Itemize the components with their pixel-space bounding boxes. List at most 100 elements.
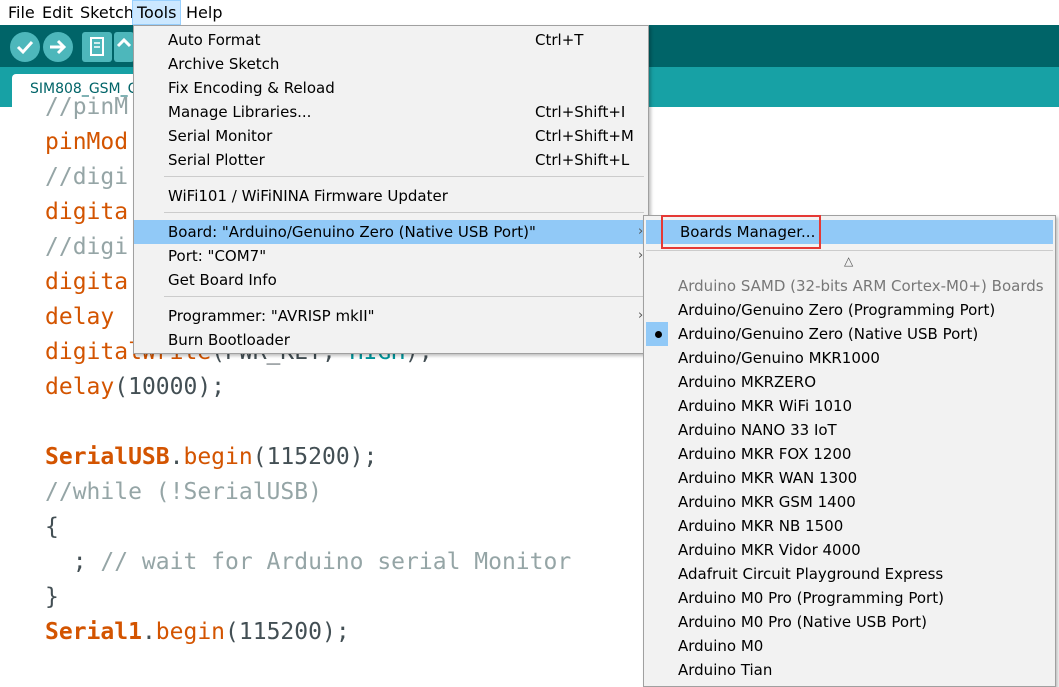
open-sketch-button[interactable] (114, 32, 134, 62)
menu-item-auto-format[interactable]: Auto Format Ctrl+T (134, 28, 648, 52)
board-item-label: Arduino MKRZERO (678, 373, 816, 391)
menu-separator (164, 176, 644, 177)
code-line: delay (45, 304, 115, 330)
menu-item-wifi-updater[interactable]: WiFi101 / WiFiNINA Firmware Updater (134, 184, 648, 208)
menu-bar: File Edit Sketch Tools Help (0, 0, 1059, 25)
boards-submenu: Boards Manager... △ Arduino SAMD (32-bit… (643, 215, 1056, 687)
board-item[interactable]: Arduino MKRZERO (644, 370, 1055, 394)
code-line: delay(10000); (45, 374, 225, 400)
code-token: SerialUSB (45, 444, 170, 470)
code-line: digita (45, 199, 129, 225)
board-item[interactable]: Arduino/Genuino Zero (Native USB Port) (644, 322, 1055, 346)
menu-tools[interactable]: Tools (132, 0, 182, 25)
board-item-label: Arduino/Genuino MKR1000 (678, 349, 880, 367)
shortcut-label: Ctrl+Shift+I (535, 103, 626, 121)
code-token: (115200); (225, 619, 350, 645)
board-item[interactable]: Arduino M0 Pro (Native USB Port) (644, 610, 1055, 634)
code-token: delay (45, 374, 115, 400)
scroll-up-icon[interactable]: △ (844, 254, 853, 268)
menu-item-label: Serial Plotter (168, 151, 265, 169)
code-token: // wait for Arduino serial Monitor (100, 549, 572, 575)
shortcut-label: Ctrl+Shift+L (535, 151, 630, 169)
menu-help[interactable]: Help (182, 0, 226, 25)
board-item[interactable]: Arduino M0 (644, 634, 1055, 658)
code-line: pinMod (45, 129, 129, 155)
upload-button[interactable] (43, 32, 73, 62)
board-item[interactable]: Arduino NANO 33 IoT (644, 418, 1055, 442)
board-item-label: Arduino MKR NB 1500 (678, 517, 844, 535)
highlight-callout (661, 215, 821, 249)
board-item[interactable]: Arduino MKR FOX 1200 (644, 442, 1055, 466)
menu-item-board[interactable]: Board: "Arduino/Genuino Zero (Native USB… (134, 220, 648, 244)
code-token: . (141, 619, 156, 645)
board-item-label: Arduino MKR WAN 1300 (678, 469, 858, 487)
menu-item-programmer[interactable]: Programmer: "AVRISP mkII" › (134, 304, 648, 328)
menu-separator (164, 296, 644, 297)
board-item[interactable]: Arduino MKR GSM 1400 (644, 490, 1055, 514)
menu-item-label: Burn Bootloader (168, 331, 290, 349)
board-item-label: Arduino Tian (678, 661, 773, 679)
code-line: //digi (45, 234, 129, 260)
board-item[interactable]: Arduino/Genuino Zero (Programming Port) (644, 298, 1055, 322)
menu-edit[interactable]: Edit (38, 0, 77, 25)
menu-item-label: Auto Format (168, 31, 261, 49)
code-line: { (45, 514, 59, 540)
menu-item-port[interactable]: Port: "COM7" › (134, 244, 648, 268)
menu-file[interactable]: File (4, 0, 39, 25)
menu-item-archive-sketch[interactable]: Archive Sketch (134, 52, 648, 76)
check-icon (16, 40, 34, 55)
shortcut-label: Ctrl+T (535, 31, 584, 49)
selected-marker (646, 322, 668, 346)
code-token: Serial1 (45, 619, 142, 645)
board-item[interactable]: Arduino/Genuino MKR1000 (644, 346, 1055, 370)
code-line: //digi (45, 164, 129, 190)
menu-item-fix-encoding[interactable]: Fix Encoding & Reload (134, 76, 648, 100)
board-item-label: Arduino MKR WiFi 1010 (678, 397, 853, 415)
menu-separator (646, 250, 1053, 251)
board-item[interactable]: Arduino MKR WiFi 1010 (644, 394, 1055, 418)
board-item[interactable]: Arduino MKR Vidor 4000 (644, 538, 1055, 562)
board-item[interactable]: Arduino MKR WAN 1300 (644, 466, 1055, 490)
menu-item-board-info[interactable]: Get Board Info (134, 268, 648, 292)
code-line: } (45, 584, 59, 610)
new-sketch-button[interactable] (82, 32, 112, 62)
menu-item-serial-monitor[interactable]: Serial Monitor Ctrl+Shift+M (134, 124, 648, 148)
menu-item-label: Manage Libraries... (168, 103, 312, 121)
code-token: ; (45, 549, 101, 575)
board-item-label: Arduino MKR FOX 1200 (678, 445, 852, 463)
menu-sketch[interactable]: Sketch (76, 0, 138, 25)
verify-button[interactable] (10, 32, 40, 62)
arrow-right-icon (50, 39, 67, 55)
board-item[interactable]: Arduino Tian (644, 658, 1055, 682)
code-line: //while (!SerialUSB) (45, 479, 322, 505)
menu-section-header: Arduino SAMD (32-bits ARM Cortex-M0+) Bo… (644, 274, 1055, 298)
board-item-label: Arduino/Genuino Zero (Programming Port) (678, 301, 996, 319)
menu-item-serial-plotter[interactable]: Serial Plotter Ctrl+Shift+L (134, 148, 648, 172)
menu-item-label: Get Board Info (168, 271, 277, 289)
menu-item-label: Programmer: "AVRISP mkII" (168, 307, 375, 325)
board-item[interactable]: Adafruit Circuit Playground Express (644, 562, 1055, 586)
menu-item-label: Serial Monitor (168, 127, 273, 145)
board-item-label: Arduino/Genuino Zero (Native USB Port) (678, 325, 979, 343)
code-token: (10000); (114, 374, 226, 400)
code-token: (115200); (252, 444, 378, 470)
menu-item-label: Arduino SAMD (32-bits ARM Cortex-M0+) Bo… (678, 277, 1044, 295)
board-item[interactable]: Arduino MKR NB 1500 (644, 514, 1055, 538)
tools-menu: Auto Format Ctrl+T Archive Sketch Fix Enc… (133, 25, 649, 354)
board-item[interactable]: Arduino M0 Pro (Programming Port) (644, 586, 1055, 610)
board-item-label: Adafruit Circuit Playground Express (678, 565, 944, 583)
code-token: begin (155, 619, 226, 645)
new-file-icon (90, 37, 104, 56)
menu-item-label: Archive Sketch (168, 55, 280, 73)
code-line: digita (45, 269, 129, 295)
radio-dot-icon (655, 331, 662, 338)
shortcut-label: Ctrl+Shift+M (535, 127, 634, 145)
menu-separator (164, 212, 644, 213)
code-line: //pinM (45, 94, 129, 120)
board-item-label: Arduino M0 Pro (Native USB Port) (678, 613, 927, 631)
board-item-label: Arduino MKR GSM 1400 (678, 493, 856, 511)
board-item-label: Arduino MKR Vidor 4000 (678, 541, 861, 559)
menu-item-burn-bootloader[interactable]: Burn Bootloader (134, 328, 648, 352)
menu-item-manage-libraries[interactable]: Manage Libraries... Ctrl+Shift+I (134, 100, 648, 124)
board-item-label: Arduino M0 Pro (Programming Port) (678, 589, 944, 607)
